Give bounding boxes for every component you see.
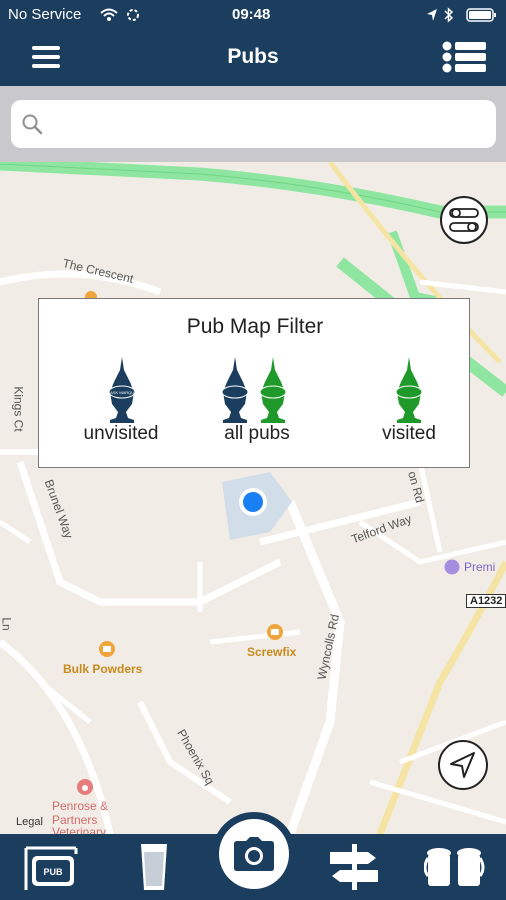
signpost-tab-icon[interactable] <box>328 842 380 892</box>
pump-clip-unvisited-icon <box>221 357 249 423</box>
camera-icon <box>234 837 274 871</box>
status-bar: No Service 09:48 <box>0 0 506 30</box>
svg-text:PUB: PUB <box>43 867 63 877</box>
beer-mugs-tab-icon[interactable] <box>424 844 486 890</box>
clock: 09:48 <box>232 6 271 23</box>
page-title: Pubs <box>227 45 279 68</box>
camera-button[interactable] <box>212 812 296 896</box>
toggle-settings-icon <box>449 208 479 232</box>
poi-label: Premi <box>464 560 496 574</box>
filter-option-all-pubs[interactable]: all pubs <box>197 351 317 456</box>
poi-label: Veterinary <box>52 825 107 834</box>
map-legal-link[interactable]: Legal <box>16 816 43 828</box>
poi-label: Penrose & <box>52 799 109 813</box>
pump-clip-unvisited-icon: CASK MARQUE <box>107 357 137 423</box>
pump-clip-visited-icon <box>259 357 287 423</box>
filter-title: Pub Map Filter <box>186 315 324 338</box>
search-input[interactable] <box>51 108 485 142</box>
map-view[interactable]: The Crescent Kings Ct Brunel Way Telford… <box>0 162 506 834</box>
cask-marque-text: CASK MARQUE <box>107 390 137 395</box>
carrier-label: No Service <box>8 6 82 23</box>
search-icon <box>22 114 43 135</box>
filter-option-unvisited[interactable]: CASK MARQUE unvisited <box>61 351 181 456</box>
loading-icon <box>127 9 139 21</box>
search-field[interactable] <box>11 100 496 148</box>
shop-marker-icon <box>99 641 115 657</box>
user-location-marker <box>222 472 292 540</box>
location-arrow-icon <box>427 9 437 21</box>
vet-marker-icon <box>77 779 93 795</box>
filter-option-visited[interactable]: visited <box>349 351 469 456</box>
pub-map-filter-dialog: Pub Map Filter CASK MARQUE unvisited all… <box>38 298 470 468</box>
navigation-bar: Pubs <box>0 30 506 86</box>
camera-button-face <box>219 819 289 889</box>
street-label: Ln <box>0 617 14 631</box>
recenter-location-button[interactable] <box>438 740 488 790</box>
pump-clip-visited-icon <box>395 357 423 423</box>
shop-marker-icon <box>267 624 283 640</box>
pub-sign-tab-icon[interactable]: PUB <box>22 842 80 892</box>
wifi-icon <box>100 8 118 21</box>
filter-option-label: unvisited <box>83 423 159 444</box>
navigation-arrow-icon <box>450 752 475 778</box>
bluetooth-icon <box>444 7 454 23</box>
street-label: Kings Ct <box>11 386 26 432</box>
pint-glass-tab-icon[interactable] <box>138 842 170 892</box>
road-shield: A1232 <box>466 594 506 608</box>
map-filter-button[interactable] <box>440 196 488 244</box>
battery-icon <box>466 8 496 22</box>
poi-label: Bulk Powders <box>63 662 143 676</box>
hotel-marker-icon <box>444 559 460 575</box>
filter-option-label: visited <box>382 423 436 444</box>
list-view-icon[interactable] <box>442 40 488 74</box>
filter-option-label: all pubs <box>224 423 290 444</box>
poi-label: Screwfix <box>247 645 297 659</box>
